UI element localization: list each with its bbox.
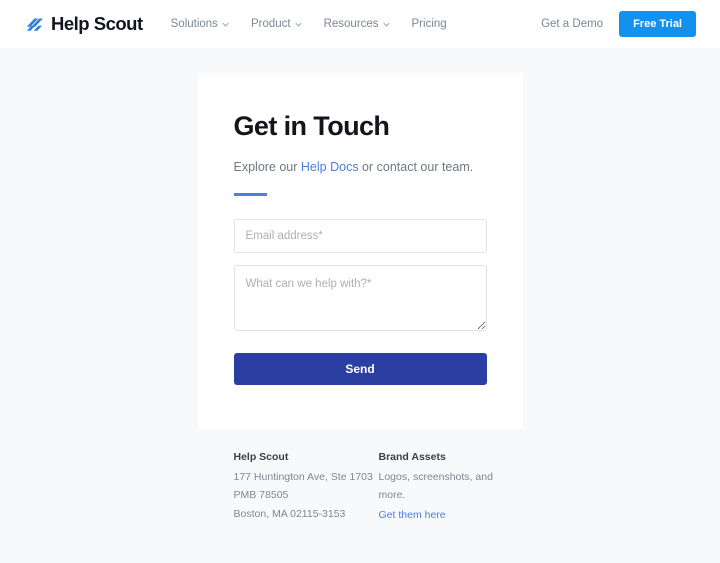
email-input[interactable]: [233, 218, 487, 253]
site-footer: Help Scout 177 Huntington Ave, Ste 1703 …: [198, 451, 523, 525]
footer-brand-assets-heading: Brand Assets: [378, 450, 446, 463]
nav-item-resources[interactable]: Resources: [324, 18, 390, 30]
header-actions: Get a Demo Free Trial: [541, 11, 696, 37]
help-docs-link[interactable]: Help Docs: [301, 160, 359, 174]
nav-item-pricing[interactable]: Pricing: [412, 18, 447, 30]
footer-address-line: Boston, MA 02115-3153: [233, 508, 346, 521]
contact-form: Send: [233, 218, 487, 385]
page-body: Get in Touch Explore our Help Docs or co…: [0, 48, 720, 525]
main-nav: Solutions Product Resources Pricing: [171, 18, 447, 30]
contact-card: Get in Touch Explore our Help Docs or co…: [197, 73, 523, 429]
get-a-demo-link[interactable]: Get a Demo: [541, 18, 603, 30]
lede-prefix: Explore our: [233, 160, 301, 175]
lede-text: Explore our Help Docs or contact our tea…: [234, 156, 487, 180]
brand-logo-link[interactable]: Help Scout: [24, 13, 143, 35]
chevron-down-icon: [222, 22, 229, 27]
lede-suffix: or contact our team.: [358, 160, 474, 175]
nav-item-label: Resources: [323, 18, 379, 30]
site-header: Help Scout Solutions Product Resources P…: [0, 0, 720, 48]
nav-item-label: Pricing: [411, 18, 447, 30]
brand-name: Help Scout: [51, 13, 143, 34]
helpscout-slashes-icon: [26, 18, 43, 31]
brand-assets-link[interactable]: Get them here: [379, 506, 446, 525]
footer-address-column: Help Scout 177 Huntington Ave, Ste 1703 …: [234, 451, 379, 525]
page-title: Get in Touch: [233, 111, 390, 141]
nav-item-label: Solutions: [170, 18, 218, 30]
free-trial-button[interactable]: Free Trial: [619, 11, 696, 37]
nav-item-solutions[interactable]: Solutions: [171, 18, 229, 30]
chevron-down-icon: [295, 22, 302, 27]
nav-item-product[interactable]: Product: [251, 18, 302, 30]
footer-address-line: PMB 78505: [233, 489, 289, 502]
footer-address-line: 177 Huntington Ave, Ste 1703: [233, 470, 373, 483]
footer-brand-assets-column: Brand Assets Logos, screenshots, and mor…: [379, 451, 523, 525]
message-textarea[interactable]: [233, 264, 487, 331]
contact-card-inner: Get in Touch Explore our Help Docs or co…: [233, 111, 487, 385]
send-button[interactable]: Send: [233, 352, 487, 385]
footer-company-name: Help Scout: [233, 450, 289, 463]
chevron-down-icon: [383, 22, 389, 27]
footer-brand-assets-description: Logos, screenshots, and more.: [378, 470, 493, 502]
nav-item-label: Product: [250, 18, 291, 30]
accent-divider: [233, 192, 267, 196]
